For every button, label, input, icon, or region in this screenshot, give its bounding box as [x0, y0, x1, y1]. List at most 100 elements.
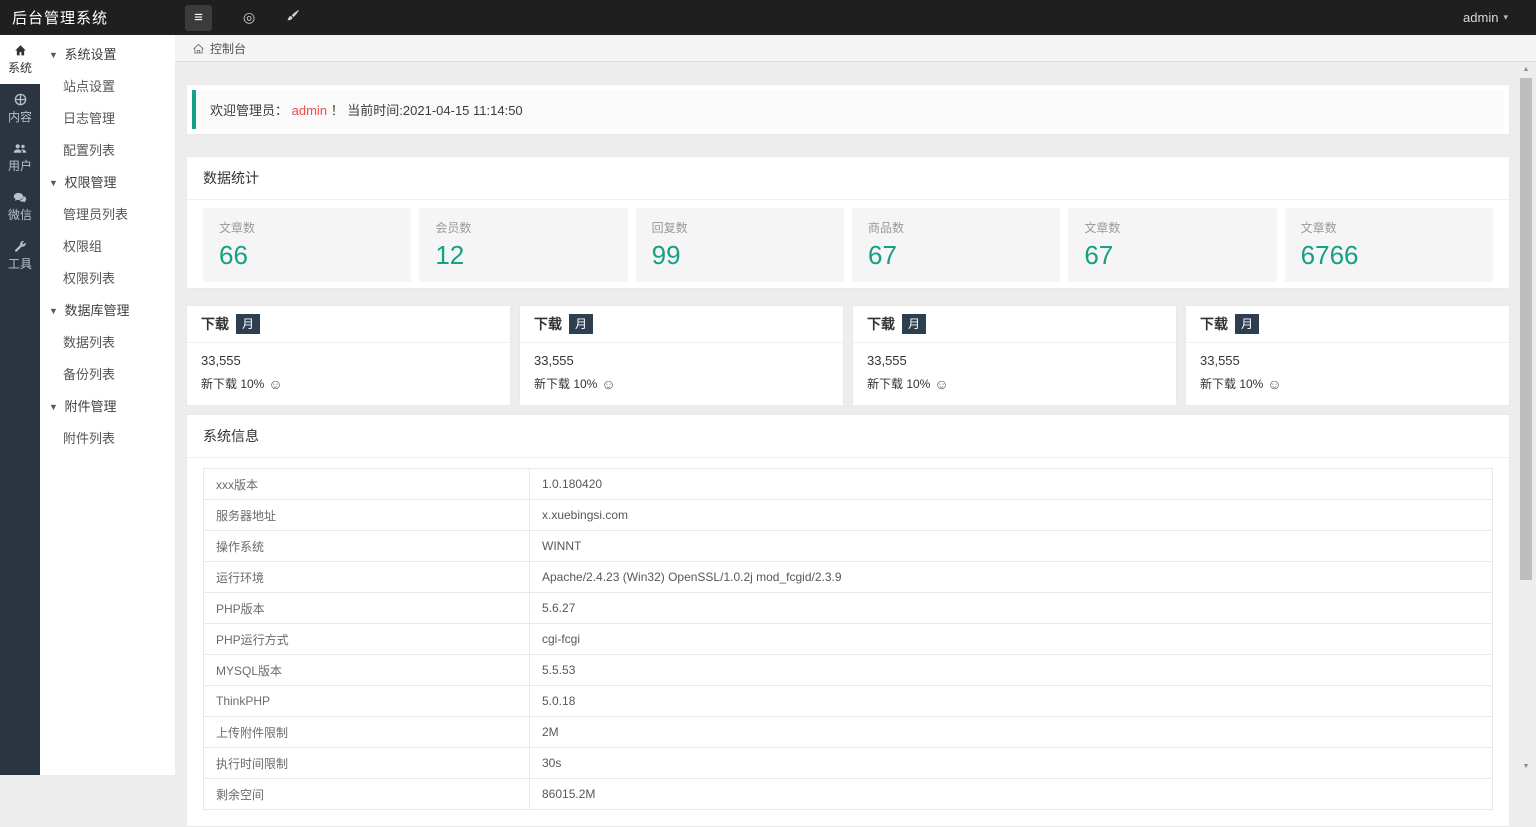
- system-info-row: 上传附件限制 2M: [204, 717, 1493, 748]
- smiley-icon: ☺: [934, 376, 948, 392]
- system-info-row: PHP运行方式 cgi-fcgi: [204, 624, 1493, 655]
- download-card: 下载 月 33,555 新下载 10% ☺: [1185, 305, 1510, 406]
- user-dropdown[interactable]: admin ▾: [1463, 10, 1508, 25]
- system-info-row: 操作系统 WINNT: [204, 531, 1493, 562]
- download-card-title: 下载: [201, 314, 229, 334]
- stat-card[interactable]: 回复数 99: [636, 208, 844, 282]
- stat-card[interactable]: 文章数 66: [203, 208, 411, 282]
- period-badge[interactable]: 月: [902, 314, 926, 334]
- download-card: 下载 月 33,555 新下载 10% ☺: [519, 305, 844, 406]
- rail-item-tools[interactable]: 工具: [0, 231, 40, 280]
- menu-group-3[interactable]: ▼ 附件管理: [40, 391, 175, 423]
- menu-item[interactable]: 配置列表: [40, 135, 175, 167]
- home-icon: [192, 42, 205, 55]
- sidebar-toggle-button[interactable]: ≡: [185, 5, 212, 31]
- period-badge[interactable]: 月: [236, 314, 260, 334]
- scroll-down-arrow-icon[interactable]: ▼: [1520, 761, 1532, 773]
- chevron-down-icon: ▼: [49, 178, 58, 188]
- rail-item-wechat[interactable]: 微信: [0, 182, 40, 231]
- download-card-title: 下载: [1200, 314, 1228, 334]
- welcome-message: 欢迎管理员： admin ！ 当前时间:2021-04-15 11:14:50: [192, 90, 1504, 129]
- download-count: 33,555: [867, 353, 1162, 368]
- menu-item[interactable]: 管理员列表: [40, 199, 175, 231]
- stat-card[interactable]: 文章数 6766: [1285, 208, 1493, 282]
- welcome-time: ！ 当前时间:2021-04-15 11:14:50: [331, 103, 523, 118]
- home-icon: [14, 43, 27, 57]
- menu-group-2[interactable]: ▼ 数据库管理: [40, 295, 175, 327]
- user-name: admin: [1463, 10, 1498, 25]
- system-info-row: 执行时间限制 30s: [204, 748, 1493, 779]
- stat-card[interactable]: 会员数 12: [419, 208, 627, 282]
- system-info-row: 服务器地址 x.xuebingsi.com: [204, 500, 1493, 531]
- tools-icon: [14, 239, 27, 253]
- refresh-icon: ◎: [243, 9, 255, 26]
- download-card: 下载 月 33,555 新下载 10% ☺: [186, 305, 511, 406]
- welcome-prefix: 欢迎管理员：: [210, 103, 288, 118]
- stat-card[interactable]: 文章数 67: [1068, 208, 1276, 282]
- chevron-down-icon: ▼: [49, 402, 58, 412]
- new-download-label: 新下载 10%: [534, 375, 597, 392]
- period-badge[interactable]: 月: [1235, 314, 1259, 334]
- download-cards-row: 下载 月 33,555 新下载 10% ☺ 下载 月 33,555 新下载 10…: [186, 305, 1510, 406]
- system-panel-title: 系统信息: [187, 415, 1509, 458]
- smiley-icon: ☺: [601, 376, 615, 392]
- new-download-label: 新下载 10%: [201, 375, 264, 392]
- globe-icon: [14, 92, 27, 106]
- rail-item-users[interactable]: 用户: [0, 133, 40, 182]
- menu-item[interactable]: 日志管理: [40, 103, 175, 135]
- chat-icon: [13, 190, 27, 204]
- rail-item-content[interactable]: 内容: [0, 84, 40, 133]
- download-count: 33,555: [201, 353, 496, 368]
- system-info-panel: 系统信息 xxx版本 1.0.180420 服务器地址 x.xuebingsi.…: [186, 414, 1510, 827]
- system-info-row: xxx版本 1.0.180420: [204, 469, 1493, 500]
- stats-cards: 文章数 66 会员数 12 回复数 99 商品数 67 文章数 67 文章数 6…: [187, 200, 1509, 288]
- system-info-row: 剩余空间 86015.2M: [204, 779, 1493, 810]
- menu-group-1[interactable]: ▼ 权限管理: [40, 167, 175, 199]
- chevron-down-icon: ▾: [1503, 12, 1508, 23]
- system-info-row: ThinkPHP 5.0.18: [204, 686, 1493, 717]
- menu-item[interactable]: 权限组: [40, 231, 175, 263]
- rail-item-system[interactable]: 系统: [0, 35, 40, 84]
- stats-panel-title: 数据统计: [187, 157, 1509, 200]
- period-badge[interactable]: 月: [569, 314, 593, 334]
- system-info-table: xxx版本 1.0.180420 服务器地址 x.xuebingsi.com 操…: [203, 468, 1493, 810]
- download-card-title: 下载: [867, 314, 895, 334]
- welcome-username: admin: [292, 103, 327, 118]
- system-info-body: xxx版本 1.0.180420 服务器地址 x.xuebingsi.com 操…: [187, 458, 1509, 826]
- app-title: 后台管理系统: [0, 7, 175, 28]
- refresh-button[interactable]: ◎: [243, 9, 255, 26]
- menu-item[interactable]: 数据列表: [40, 327, 175, 359]
- stats-panel: 数据统计 文章数 66 会员数 12 回复数 99 商品数 67 文章数 67 …: [186, 156, 1510, 289]
- download-count: 33,555: [534, 353, 829, 368]
- welcome-panel: 欢迎管理员： admin ！ 当前时间:2021-04-15 11:14:50: [186, 84, 1510, 135]
- menu-item[interactable]: 站点设置: [40, 71, 175, 103]
- sidebar-menu: ▼ 系统设置 站点设置日志管理配置列表 ▼ 权限管理 管理员列表权限组权限列表 …: [40, 35, 175, 775]
- download-count: 33,555: [1200, 353, 1495, 368]
- breadcrumb-label[interactable]: 控制台: [210, 40, 246, 57]
- vertical-scrollbar[interactable]: ▲ ▼: [1520, 62, 1532, 775]
- menu-item[interactable]: 备份列表: [40, 359, 175, 391]
- chevron-down-icon: ▼: [49, 306, 58, 316]
- users-icon: [13, 141, 27, 155]
- smiley-icon: ☺: [1267, 376, 1281, 392]
- scroll-up-arrow-icon[interactable]: ▲: [1520, 64, 1532, 76]
- chevron-down-icon: ▼: [49, 50, 58, 60]
- smiley-icon: ☺: [268, 376, 282, 392]
- menu-item[interactable]: 权限列表: [40, 263, 175, 295]
- brush-icon: [286, 9, 300, 26]
- content-scroll-area: 欢迎管理员： admin ！ 当前时间:2021-04-15 11:14:50 …: [175, 62, 1536, 827]
- stat-card[interactable]: 商品数 67: [852, 208, 1060, 282]
- new-download-label: 新下载 10%: [1200, 375, 1263, 392]
- topbar: 后台管理系统 ≡ ◎ admin ▾: [0, 0, 1536, 35]
- system-info-row: 运行环境 Apache/2.4.23 (Win32) OpenSSL/1.0.2…: [204, 562, 1493, 593]
- breadcrumb: 控制台: [175, 35, 1536, 62]
- main-content: 控制台 欢迎管理员： admin ！ 当前时间:2021-04-15 11:14…: [175, 35, 1536, 775]
- clear-cache-button[interactable]: [286, 9, 300, 26]
- system-info-row: MYSQL版本 5.5.53: [204, 655, 1493, 686]
- menu-group-0[interactable]: ▼ 系统设置: [40, 39, 175, 71]
- scrollbar-thumb[interactable]: [1520, 78, 1532, 580]
- download-card: 下载 月 33,555 新下载 10% ☺: [852, 305, 1177, 406]
- menu-item[interactable]: 附件列表: [40, 423, 175, 455]
- hamburger-icon: ≡: [194, 9, 203, 26]
- icon-rail: 系统 内容 用户 微信 工具: [0, 35, 40, 775]
